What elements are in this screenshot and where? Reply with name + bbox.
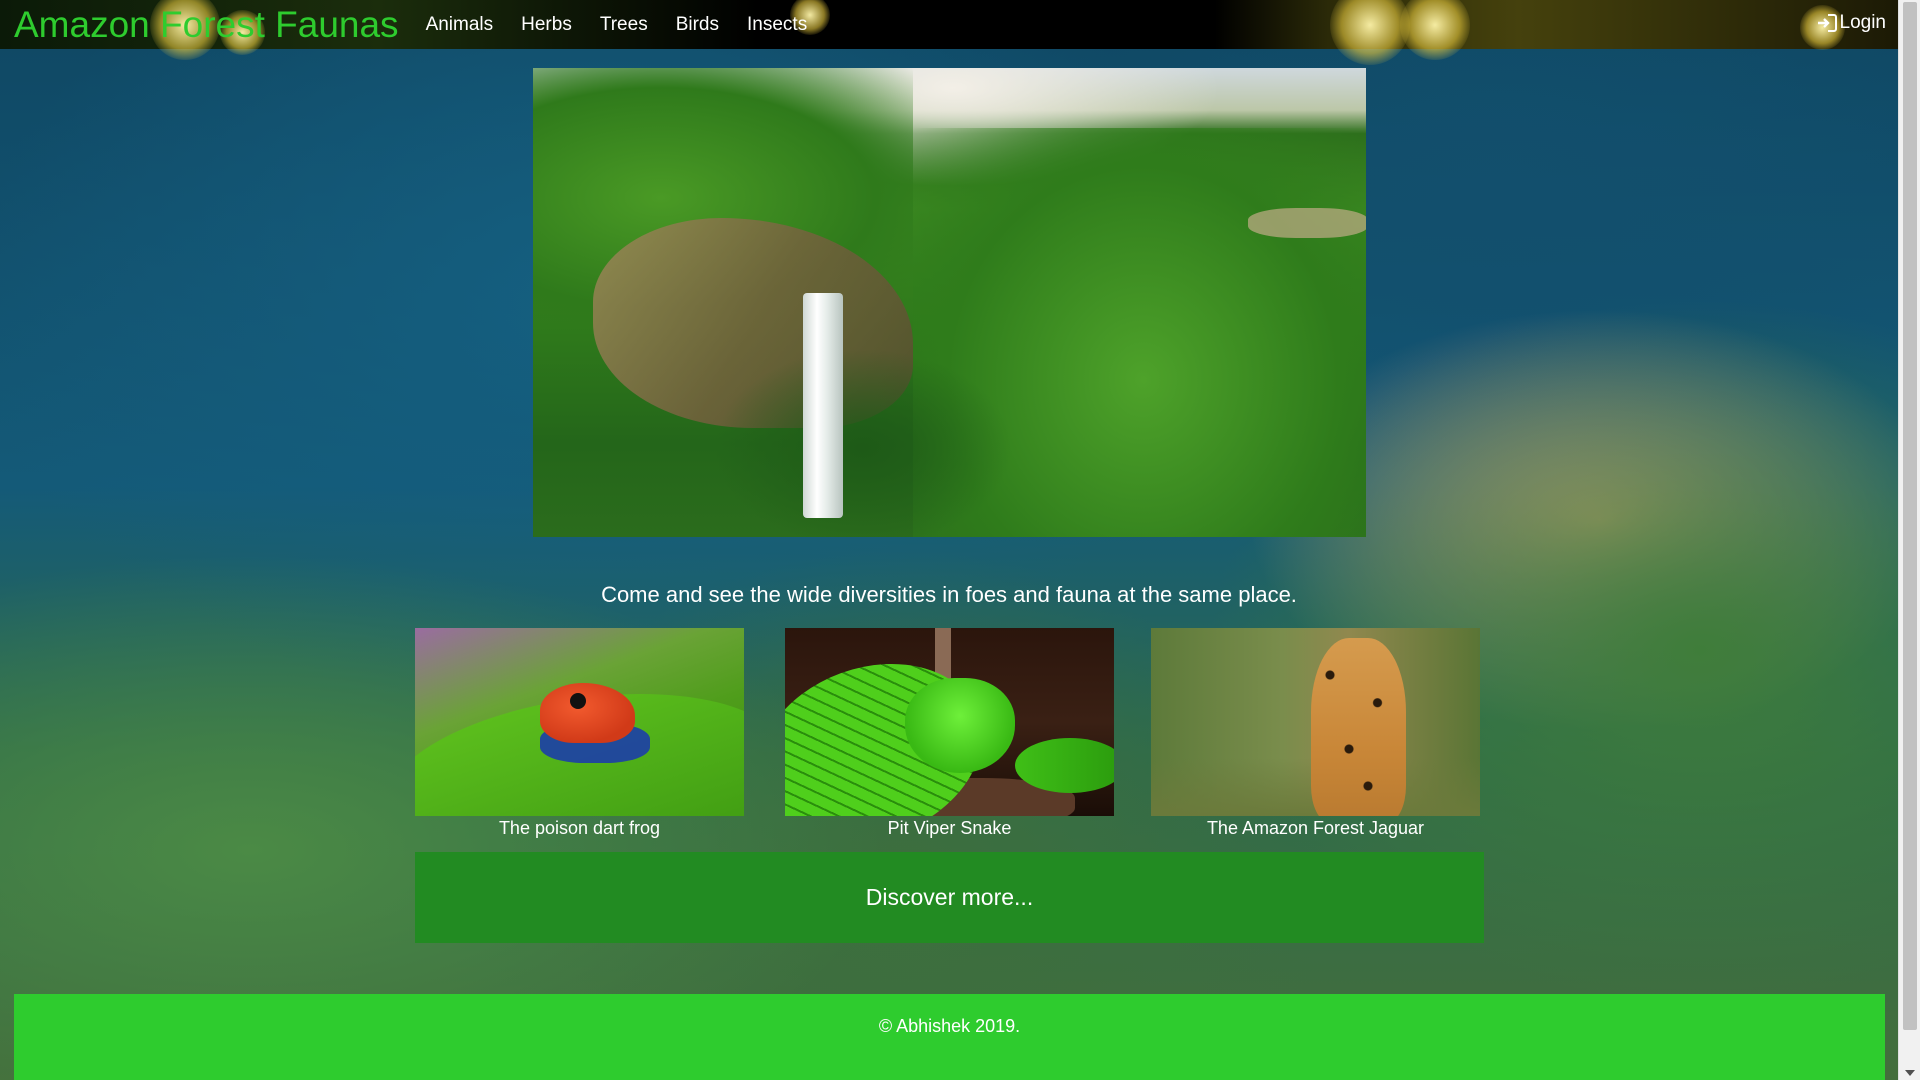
login-label: Login <box>1839 12 1887 33</box>
nav-item-insects[interactable]: Insects <box>747 14 807 36</box>
card-pit-viper-snake[interactable]: Pit Viper Snake <box>785 628 1114 844</box>
card-amazon-jaguar[interactable]: The Amazon Forest Jaguar <box>1151 628 1480 844</box>
nav-item-birds[interactable]: Birds <box>676 14 719 36</box>
scrollbar-thumb[interactable] <box>1903 2 1917 1030</box>
waterfall <box>803 293 843 518</box>
card-caption: Pit Viper Snake <box>887 818 1012 838</box>
scrollbar[interactable] <box>1898 0 1920 1080</box>
login-link[interactable]: Login <box>1817 12 1887 34</box>
nav-item-herbs[interactable]: Herbs <box>521 14 572 36</box>
pit-viper-snake-image <box>785 628 1114 816</box>
brand-logo-link[interactable]: Amazon Forest Faunas <box>14 4 399 46</box>
nav-item-animals[interactable]: Animals <box>426 14 494 36</box>
card-caption: The Amazon Forest Jaguar <box>1206 818 1425 838</box>
scroll-down-arrow-icon[interactable] <box>1905 1070 1915 1076</box>
amazon-jaguar-image <box>1151 628 1480 816</box>
card-caption: The poison dart frog <box>498 818 661 838</box>
discover-more-button[interactable]: Discover more... <box>415 852 1484 943</box>
nav-links: Animals Herbs Trees Birds Insects <box>426 14 836 36</box>
copyright-text: © Abhishek 2019. <box>878 1016 1021 1036</box>
footer: © Abhishek 2019. <box>14 994 1885 1080</box>
tagline: Come and see the wide diversities in foe… <box>601 582 1297 607</box>
sign-in-icon <box>1817 14 1837 32</box>
nav-item-trees[interactable]: Trees <box>600 14 648 36</box>
navbar: Amazon Forest Faunas Animals Herbs Trees… <box>0 0 1898 65</box>
poison-dart-frog-image <box>415 628 744 816</box>
card-poison-dart-frog[interactable]: The poison dart frog <box>415 628 744 844</box>
hero-waterfall-image <box>533 68 1366 537</box>
